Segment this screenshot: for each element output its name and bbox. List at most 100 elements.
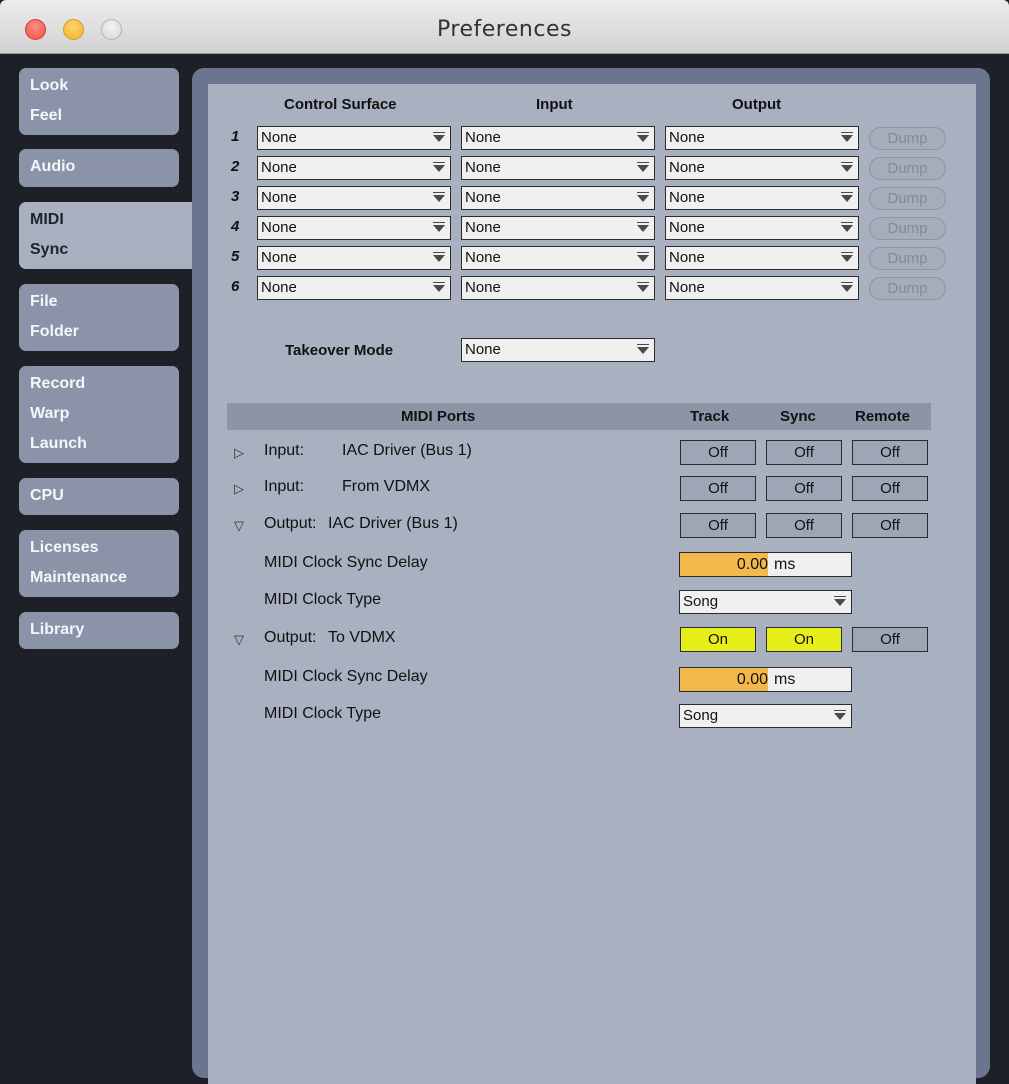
port-remote-toggle[interactable]: Off [852,440,928,465]
select-value: None [261,189,297,206]
select-value: None [261,279,297,296]
tab-label: Feel [30,107,63,124]
port-sync-toggle[interactable]: Off [766,440,842,465]
remote-column-header: Remote [855,408,911,425]
dump-button[interactable]: Dump [869,247,946,270]
tab-cpu[interactable]: CPU [19,478,179,515]
sync-column-header: Sync [780,408,816,425]
control-surface-select[interactable]: None [257,126,451,150]
dropdown-arrow-icon [433,252,445,262]
input-select[interactable]: None [461,216,655,240]
port-name: IAC Driver (Bus 1) [342,442,472,459]
port-sync-toggle[interactable]: On [766,627,842,652]
midi-clock-type-label: MIDI Clock Type [264,591,382,608]
port-track-toggle[interactable]: Off [680,440,756,465]
tab-label: Launch [30,435,87,452]
delay-unit: ms [774,671,796,688]
tab-look-feel[interactable]: Look Feel [19,68,179,135]
output-select[interactable]: None [665,126,859,150]
port-remote-toggle[interactable]: Off [852,513,928,538]
midi-clock-type-select[interactable]: Song [679,704,852,728]
takeover-mode-label: Takeover Mode [285,342,394,359]
track-column-header: Track [690,408,730,425]
collapse-triangle-icon[interactable]: ▽ [234,632,244,648]
port-track-toggle[interactable]: Off [680,476,756,501]
input-select[interactable]: None [461,276,655,300]
dump-button[interactable]: Dump [869,187,946,210]
expand-triangle-icon[interactable]: ▷ [234,445,244,461]
dump-button[interactable]: Dump [869,277,946,300]
collapse-triangle-icon[interactable]: ▽ [234,518,244,534]
tab-label: Library [30,621,85,638]
input-select[interactable]: None [461,186,655,210]
tab-library[interactable]: Library [19,612,179,649]
port-name: From VDMX [342,478,430,495]
output-select[interactable]: None [665,246,859,270]
port-direction: Input: [264,478,305,495]
select-value: None [465,341,501,358]
input-select[interactable]: None [461,246,655,270]
tab-label: MIDI [30,211,64,228]
select-value: None [465,159,501,176]
tab-midi-sync[interactable]: MIDI Sync [19,202,209,269]
port-direction: Input: [264,442,305,459]
dropdown-arrow-icon [433,162,445,172]
dump-button[interactable]: Dump [869,127,946,150]
output-select[interactable]: None [665,216,859,240]
select-value: None [669,159,705,176]
select-value: None [465,219,501,236]
expand-triangle-icon[interactable]: ▷ [234,481,244,497]
select-value: None [465,279,501,296]
midi-clock-sync-delay-field[interactable]: 0.00 ms [679,552,852,577]
dropdown-arrow-icon [637,192,649,202]
port-track-toggle[interactable]: Off [680,513,756,538]
dropdown-arrow-icon [841,162,853,172]
input-select[interactable]: None [461,126,655,150]
takeover-mode-select[interactable]: None [461,338,655,362]
port-remote-toggle[interactable]: Off [852,476,928,501]
input-select[interactable]: None [461,156,655,180]
control-surface-select[interactable]: None [257,186,451,210]
tab-record-warp-launch[interactable]: Record Warp Launch [19,366,179,463]
tab-label: Licenses [30,539,99,556]
port-track-toggle[interactable]: On [680,627,756,652]
control-surface-select[interactable]: None [257,246,451,270]
tab-label: Warp [30,405,70,422]
row-number: 3 [231,188,240,205]
select-value: Song [683,707,719,724]
tab-label: Look [30,77,69,94]
dropdown-arrow-icon [637,252,649,262]
delay-unit: ms [774,556,796,573]
window-title: Preferences [437,17,572,42]
dropdown-arrow-icon [834,710,846,720]
midi-clock-sync-delay-label: MIDI Clock Sync Delay [264,554,428,571]
midi-clock-sync-delay-field[interactable]: 0.00 ms [679,667,852,692]
dropdown-arrow-icon [433,282,445,292]
output-select[interactable]: None [665,156,859,180]
midi-clock-sync-delay-label: MIDI Clock Sync Delay [264,668,428,685]
dropdown-arrow-icon [433,222,445,232]
port-remote-toggle[interactable]: Off [852,627,928,652]
output-select[interactable]: None [665,186,859,210]
tab-label: Folder [30,323,79,340]
select-value: None [261,129,297,146]
midi-ports-title: MIDI Ports [401,408,476,425]
port-sync-toggle[interactable]: Off [766,513,842,538]
tab-audio[interactable]: Audio [19,149,179,187]
midi-clock-type-select[interactable]: Song [679,590,852,614]
dropdown-arrow-icon [841,192,853,202]
dropdown-arrow-icon [637,132,649,142]
control-surface-select[interactable]: None [257,276,451,300]
control-surface-select[interactable]: None [257,216,451,240]
row-number: 5 [231,248,240,265]
dump-button[interactable]: Dump [869,157,946,180]
port-sync-toggle[interactable]: Off [766,476,842,501]
control-surface-select[interactable]: None [257,156,451,180]
dump-button[interactable]: Dump [869,217,946,240]
output-select[interactable]: None [665,276,859,300]
tab-licenses-maintenance[interactable]: Licenses Maintenance [19,530,179,597]
tab-file-folder[interactable]: File Folder [19,284,179,351]
tab-label: Sync [30,241,69,258]
dropdown-arrow-icon [841,222,853,232]
dropdown-arrow-icon [841,252,853,262]
